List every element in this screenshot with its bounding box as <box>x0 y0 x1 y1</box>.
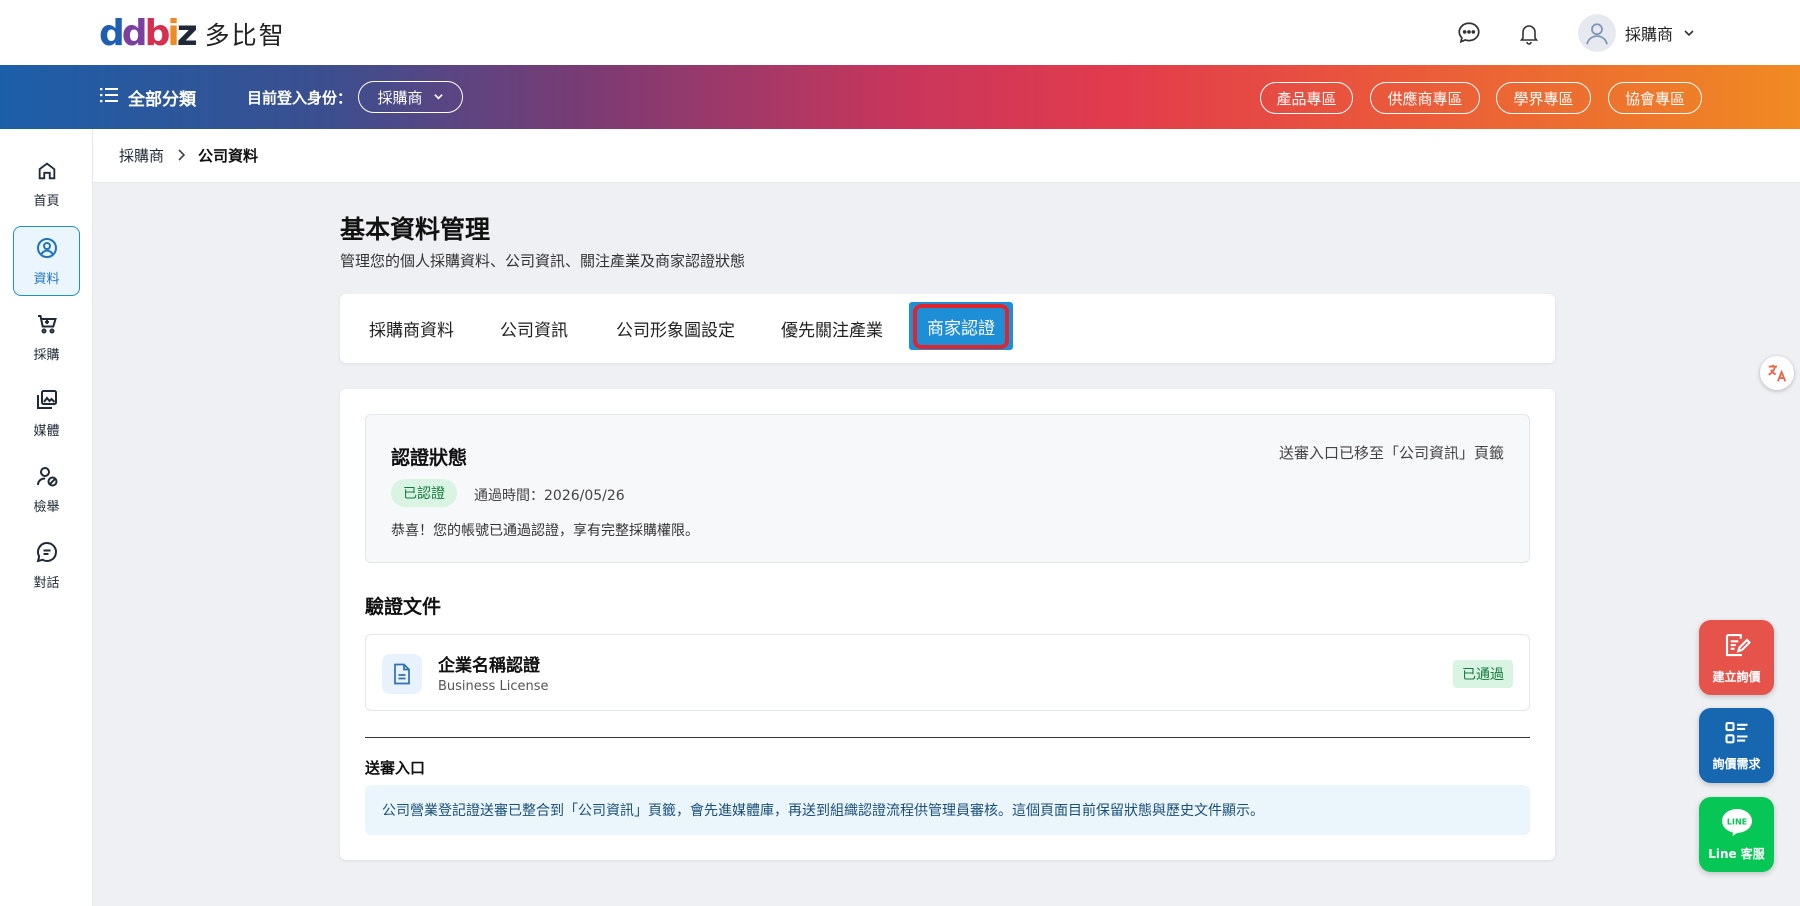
tab-merchant-certification[interactable]: 商家認證 <box>909 302 1013 350</box>
pass-time: 通過時間：2026/05/26 <box>474 488 625 504</box>
document-name-en: Business License <box>438 679 549 694</box>
tab-priority-industries[interactable]: 優先關注產業 <box>781 294 883 363</box>
report-user-icon <box>35 464 59 492</box>
inquiry-needs-button[interactable]: 詢價需求 <box>1699 708 1774 783</box>
document-status-badge: 已通過 <box>1453 660 1513 688</box>
sidebar-item-label: 媒體 <box>33 423 60 439</box>
certified-badge: 已認證 <box>391 479 457 507</box>
tab-buyer-profile[interactable]: 採購商資料 <box>369 294 454 363</box>
line-icon: LINE <box>1720 807 1754 840</box>
sidebar-item-home[interactable]: 首頁 <box>13 149 80 219</box>
chevron-right-icon <box>176 147 186 165</box>
sidebar-item-label: 對話 <box>33 575 60 591</box>
user-name: 採購商 <box>1625 25 1674 44</box>
home-icon <box>36 160 58 186</box>
translate-icon[interactable] <box>1760 356 1794 390</box>
tab-merchant-certification-label: 商家認證 <box>913 303 1009 349</box>
all-categories-label: 全部分類 <box>128 90 196 110</box>
brand-logo-mark: ddbiz <box>99 13 198 54</box>
certification-message: 恭喜！您的帳號已通過認證，享有完整採購權限。 <box>391 523 699 539</box>
chevron-down-icon <box>1683 24 1695 43</box>
document-name: 企業名稱認證 <box>438 656 540 676</box>
document-icon <box>382 654 422 694</box>
brand-logo[interactable]: ddbiz 多比智 <box>99 16 286 52</box>
sidebar-item-label: 首頁 <box>33 193 60 209</box>
zone-button-associations[interactable]: 協會專區 <box>1608 82 1702 114</box>
sidebar-item-media[interactable]: 媒體 <box>13 378 80 448</box>
user-circle-icon <box>35 236 59 264</box>
user-avatar-icon <box>1578 14 1616 52</box>
sidebar-item-profile[interactable]: 資料 <box>13 226 80 296</box>
section-divider <box>365 737 1530 738</box>
sidebar-item-label: 資料 <box>33 271 60 287</box>
submission-title: 送審入口 <box>365 759 426 777</box>
sidebar-item-purchase[interactable]: 採購 <box>13 302 80 372</box>
zone-button-products[interactable]: 產品專區 <box>1260 82 1353 114</box>
sidebar-item-chat[interactable]: 對話 <box>13 530 80 600</box>
fab-label: 建立詢價 <box>1712 670 1761 684</box>
login-as-label: 目前登入身份： <box>247 89 353 107</box>
bell-icon[interactable] <box>1515 19 1543 47</box>
cart-icon <box>35 312 59 340</box>
category-navbar: 全部分類 目前登入身份： 採購商 產品專區 供應商專區 學界專區 協會專區 <box>0 65 1800 129</box>
fab-label: Line 客服 <box>1708 847 1765 861</box>
role-select[interactable]: 採購商 <box>358 81 463 113</box>
left-sidebar: 首頁 資料 採購 媒體 檢舉 對話 <box>0 129 93 906</box>
page-subtitle: 管理您的個人採購資料、公司資訊、關注產業及商家認證狀態 <box>340 252 746 270</box>
breadcrumb-root-link[interactable]: 採購商 <box>119 145 164 166</box>
submission-info-box: 公司營業登記證送審已整合到「公司資訊」頁籤，會先進媒體庫，再送到組織認證流程供管… <box>365 785 1530 835</box>
all-categories-button[interactable]: 全部分類 <box>100 85 196 110</box>
breadcrumb: 採購商 公司資料 <box>93 129 1800 183</box>
top-header: ddbiz 多比智 採購商 <box>0 0 1800 65</box>
sidebar-item-report[interactable]: 檢舉 <box>13 454 80 524</box>
chevron-down-icon <box>433 88 444 106</box>
zone-button-academia[interactable]: 學界專區 <box>1496 82 1591 114</box>
media-icon <box>35 388 59 416</box>
document-row[interactable]: 企業名稱認證 Business License 已通過 <box>365 634 1530 711</box>
create-inquiry-button[interactable]: 建立詢價 <box>1699 620 1774 695</box>
role-select-value: 採購商 <box>377 88 423 107</box>
brand-name: 多比智 <box>204 21 286 50</box>
tab-company-info[interactable]: 公司資訊 <box>500 294 568 363</box>
message-icon <box>35 540 59 568</box>
edit-note-icon <box>1722 630 1752 663</box>
user-menu[interactable]: 採購商 <box>1578 14 1695 52</box>
chat-icon[interactable] <box>1455 19 1483 47</box>
breadcrumb-current: 公司資料 <box>198 147 259 165</box>
certification-note: 送審入口已移至「公司資訊」頁籤 <box>1278 444 1504 462</box>
profile-tabs: 採購商資料 公司資訊 公司形象圖設定 優先關注產業 商家認證 <box>340 294 1555 363</box>
page-title: 基本資料管理 <box>340 215 491 244</box>
fab-label: 詢價需求 <box>1712 757 1761 771</box>
menu-list-icon <box>100 87 118 108</box>
documents-title: 驗證文件 <box>365 596 442 618</box>
svg-text:LINE: LINE <box>1726 818 1746 827</box>
certification-status-box: 認證狀態 送審入口已移至「公司資訊」頁籤 已認證 通過時間：2026/05/26… <box>365 414 1530 563</box>
certification-status-title: 認證狀態 <box>391 447 468 469</box>
sidebar-item-label: 採購 <box>33 347 60 363</box>
zone-button-suppliers[interactable]: 供應商專區 <box>1370 82 1480 114</box>
list-icon <box>1723 719 1751 750</box>
line-support-button[interactable]: LINE Line 客服 <box>1699 797 1774 872</box>
certification-panel: 認證狀態 送審入口已移至「公司資訊」頁籤 已認證 通過時間：2026/05/26… <box>340 389 1555 860</box>
tab-company-image[interactable]: 公司形象圖設定 <box>616 294 735 363</box>
sidebar-item-label: 檢舉 <box>33 499 60 515</box>
